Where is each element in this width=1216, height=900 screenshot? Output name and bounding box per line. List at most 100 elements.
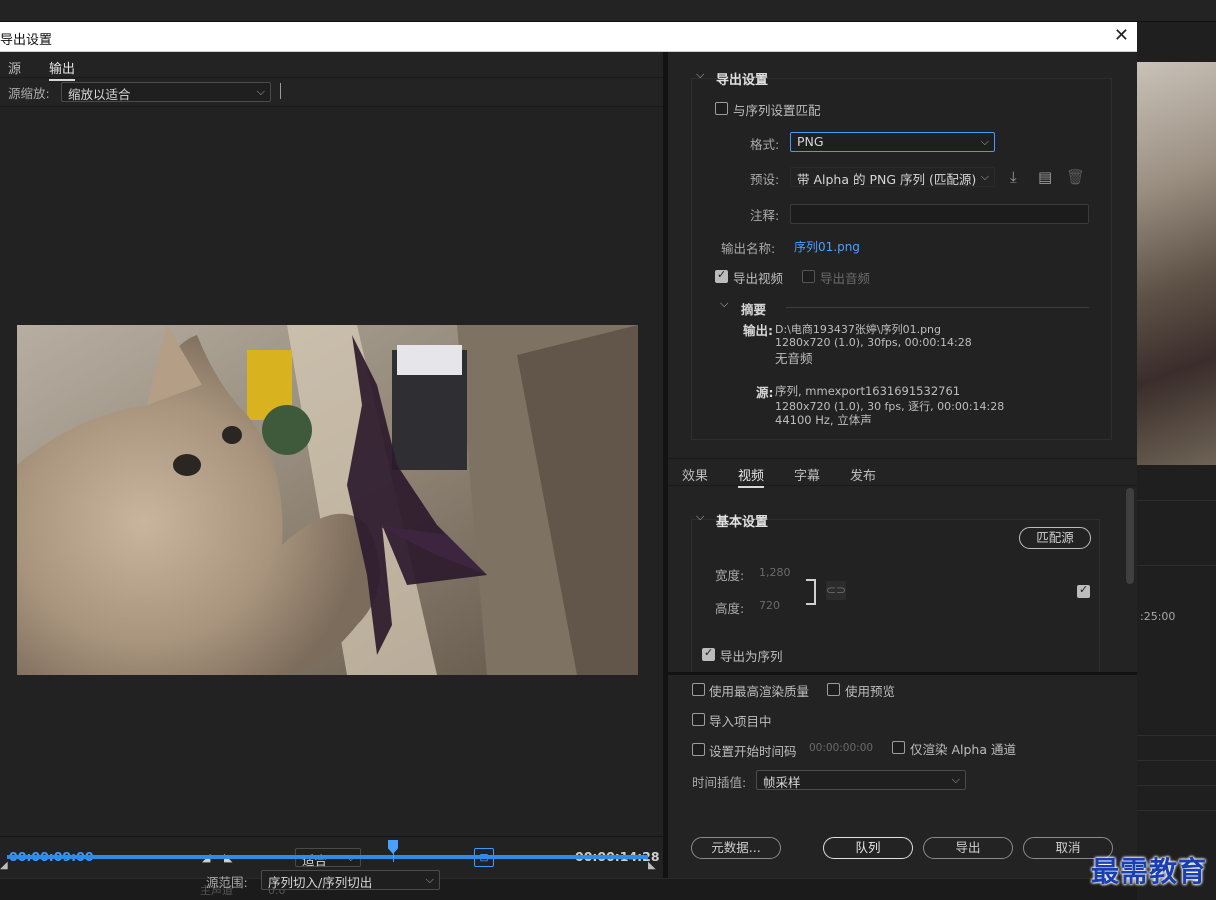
preview-tabs: 源 输出 bbox=[0, 52, 663, 81]
background-program-monitor-image bbox=[1137, 62, 1216, 465]
timeline-scrub-bar[interactable] bbox=[7, 855, 648, 859]
time-interpolation-value: 帧采样 bbox=[763, 775, 801, 790]
tab-effects[interactable]: 效果 bbox=[682, 465, 708, 484]
set-start-timecode-label: 设置开始时间码 bbox=[709, 744, 797, 759]
summary-source-line-1: 序列, mmexport1631691532761 bbox=[775, 384, 961, 398]
video-frame-cat-image bbox=[17, 325, 638, 675]
render-alpha-only-checkbox[interactable] bbox=[892, 741, 905, 754]
source-range-label: 源范围: bbox=[206, 875, 248, 890]
summary-source-line-3: 44100 Hz, 立体声 bbox=[775, 413, 872, 427]
export-settings-title: 导出设置 bbox=[716, 73, 769, 88]
source-scale-value: 缩放以适合 bbox=[68, 87, 131, 102]
match-sequence-checkbox[interactable] bbox=[715, 102, 728, 115]
preset-dropdown[interactable]: 带 Alpha 的 PNG 序列 (匹配源) ⌵ bbox=[790, 167, 995, 187]
import-preset-icon[interactable]: ▤ bbox=[1038, 168, 1052, 186]
export-as-sequence-label: 导出为序列 bbox=[720, 649, 783, 664]
preview-pane: 源 输出 源缩放: 缩放以适合 ⌵ 适合 ◢ ◣ 源范围: 序列切入/序列切出 … bbox=[0, 52, 663, 890]
export-video-checkbox[interactable] bbox=[715, 268, 728, 283]
preset-label: 预设: bbox=[750, 172, 780, 187]
source-range-value: 序列切入/序列切出 bbox=[268, 875, 373, 890]
source-scale-label: 源缩放: bbox=[8, 86, 50, 101]
height-label: 高度: bbox=[715, 601, 745, 616]
dialog-title: 导出设置 bbox=[0, 33, 53, 48]
video-preview-area bbox=[0, 106, 663, 836]
format-label: 格式: bbox=[750, 137, 780, 152]
export-audio-label: 导出音频 bbox=[820, 271, 871, 286]
export-video-label: 导出视频 bbox=[733, 271, 784, 286]
settings-scrollbar[interactable] bbox=[1126, 488, 1134, 584]
summary-title: 摘要 bbox=[741, 302, 767, 317]
watermark-logo: 最需教育 bbox=[1091, 855, 1208, 888]
in-point-marker-icon[interactable]: ◢ bbox=[0, 860, 8, 871]
chevron-down-icon[interactable]: ⌵ bbox=[720, 297, 728, 311]
summary-output-line-3: 无音频 bbox=[775, 351, 813, 366]
output-name-label: 输出名称: bbox=[721, 241, 776, 256]
tab-captions[interactable]: 字幕 bbox=[794, 465, 820, 484]
comments-label: 注释: bbox=[750, 208, 780, 223]
background-app-topbar bbox=[0, 0, 1216, 22]
time-interpolation-dropdown[interactable]: 帧采样 ⌵ bbox=[756, 770, 966, 790]
summary-output-line-1: D:\电商193437张婷\序列01.png bbox=[775, 323, 942, 336]
playhead-line bbox=[393, 852, 394, 862]
delete-preset-icon[interactable]: 🗑 bbox=[1066, 168, 1085, 186]
queue-button[interactable]: 队列 bbox=[823, 837, 913, 859]
start-timecode-value[interactable]: 00:00:00:00 bbox=[809, 742, 873, 754]
tab-publish[interactable]: 发布 bbox=[850, 465, 876, 484]
background-divider bbox=[1137, 500, 1216, 501]
metadata-button[interactable]: 元数据... bbox=[691, 837, 781, 859]
render-alpha-only-label: 仅渲染 Alpha 通道 bbox=[910, 742, 1016, 757]
max-render-quality-label: 使用最高渲染质量 bbox=[709, 684, 810, 699]
import-into-project-label: 导入项目中 bbox=[709, 714, 772, 729]
chevron-down-icon: ⌵ bbox=[951, 773, 960, 786]
export-audio-checkbox[interactable] bbox=[802, 270, 815, 283]
width-value[interactable]: 1,280 bbox=[759, 566, 791, 579]
summary-source-label: 源: bbox=[756, 385, 774, 400]
chevron-down-icon: ⌵ bbox=[256, 85, 265, 98]
use-previews-checkbox[interactable] bbox=[827, 683, 840, 696]
output-name-link[interactable]: 序列01.png bbox=[794, 238, 860, 255]
export-as-sequence-checkbox[interactable] bbox=[702, 646, 715, 661]
width-label: 宽度: bbox=[715, 568, 745, 583]
background-timeline-time: :25:00 bbox=[1140, 610, 1176, 623]
source-scale-dropdown[interactable]: 缩放以适合 ⌵ bbox=[61, 82, 271, 102]
chevron-down-icon: ⌵ bbox=[425, 873, 434, 886]
height-value[interactable]: 720 bbox=[759, 599, 780, 612]
comments-input[interactable] bbox=[790, 204, 1089, 224]
background-divider bbox=[1137, 785, 1216, 786]
chevron-down-icon[interactable]: ⌵ bbox=[696, 68, 704, 82]
tab-video[interactable]: 视频 bbox=[738, 465, 765, 488]
close-icon[interactable]: ✕ bbox=[1114, 25, 1129, 46]
settings-pane: ⌵ 导出设置 与序列设置匹配 格式: PNG ⌵ 预设: 带 Alpha 的 P… bbox=[668, 52, 1137, 878]
format-dropdown[interactable]: PNG ⌵ bbox=[790, 132, 995, 152]
max-render-quality-checkbox[interactable] bbox=[692, 683, 705, 696]
cat-photo-illustration bbox=[17, 325, 638, 675]
horizontal-divider[interactable] bbox=[668, 672, 1137, 675]
export-settings-dialog: 导出设置 ✕ 源 输出 源缩放: 缩放以适合 ⌵ 适合 ◢ ◣ 源范围: 序列切… bbox=[0, 22, 1137, 890]
background-divider bbox=[1137, 810, 1216, 811]
out-point-marker-icon[interactable]: ◣ bbox=[648, 860, 656, 871]
source-range-dropdown[interactable]: 序列切入/序列切出 ⌵ bbox=[261, 870, 440, 890]
background-divider bbox=[1137, 735, 1216, 736]
background-divider bbox=[1137, 760, 1216, 761]
time-interpolation-label: 时间插值: bbox=[692, 775, 747, 790]
link-dimensions-icon[interactable]: ⊂⊃ bbox=[826, 581, 846, 600]
tab-source[interactable]: 源 bbox=[8, 58, 21, 77]
preset-value: 带 Alpha 的 PNG 序列 (匹配源) bbox=[797, 172, 977, 187]
summary-divider bbox=[786, 307, 1089, 308]
override-dimensions-checkbox[interactable] bbox=[1077, 583, 1090, 598]
match-sequence-label: 与序列设置匹配 bbox=[733, 103, 821, 118]
source-scale-row: 源缩放: 缩放以适合 ⌵ bbox=[0, 79, 663, 105]
use-previews-label: 使用预览 bbox=[845, 684, 896, 699]
export-button[interactable]: 导出 bbox=[923, 837, 1013, 859]
tab-output[interactable]: 输出 bbox=[49, 58, 76, 81]
save-preset-icon[interactable]: ⤓ bbox=[1010, 168, 1017, 186]
chevron-down-icon: ⌵ bbox=[980, 170, 989, 184]
summary-output-label: 输出: bbox=[743, 323, 773, 338]
toolbar-separator bbox=[280, 83, 281, 99]
link-bracket bbox=[806, 579, 816, 605]
chevron-down-icon[interactable]: ⌵ bbox=[696, 510, 704, 524]
match-source-button[interactable]: 匹配源 bbox=[1019, 527, 1091, 549]
set-start-timecode-checkbox[interactable] bbox=[692, 743, 705, 756]
format-value: PNG bbox=[797, 134, 824, 149]
import-into-project-checkbox[interactable] bbox=[692, 713, 705, 726]
